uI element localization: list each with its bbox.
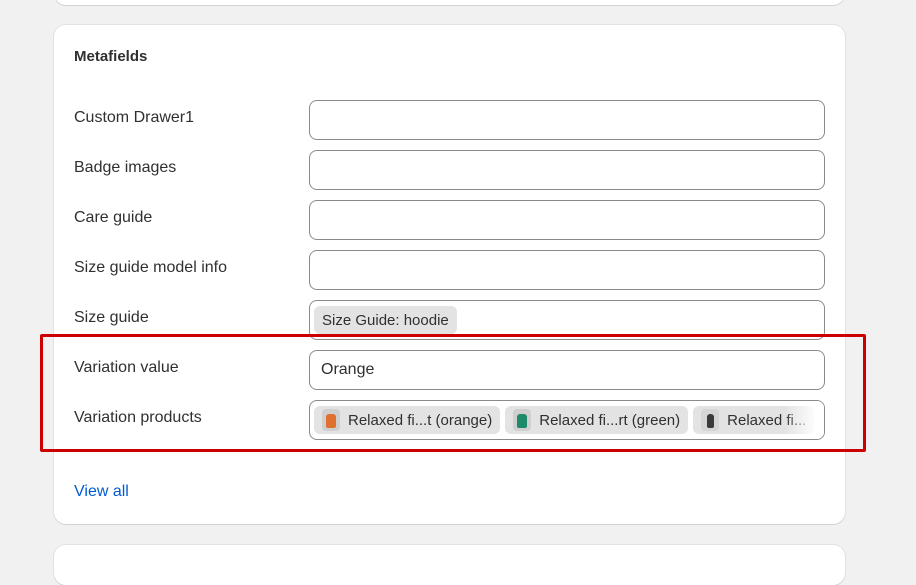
product-thumbnail-green-icon	[513, 409, 532, 431]
size-guide-chip[interactable]: Size Guide: hoodie	[314, 306, 457, 334]
metafield-label: Badge images	[74, 159, 177, 176]
metafield-label: Custom Drawer1	[74, 109, 195, 126]
variation-products-input[interactable]: Relaxed fi...t (orange) Relaxed fi...rt …	[309, 400, 825, 440]
variation-product-chip[interactable]: Relaxed fi...t (orange)	[314, 406, 501, 434]
variation-value-input[interactable]: Orange	[309, 350, 825, 390]
size-guide-input[interactable]: Size Guide: hoodie	[309, 300, 825, 340]
metafield-label: Size guide	[74, 309, 149, 326]
metafield-row-size-guide: Size guide Size Guide: hoodie	[74, 300, 826, 340]
chip-label: Relaxed fi...rt (green)	[539, 411, 681, 429]
badge-images-input[interactable]	[309, 150, 825, 190]
metafield-label: Size guide model info	[74, 259, 227, 276]
metafield-label: Care guide	[74, 209, 153, 226]
product-thumbnail-orange-icon	[322, 409, 340, 431]
metafield-row-variation-value: Variation value Orange	[74, 350, 826, 390]
chip-list: Size Guide: hoodie	[314, 306, 462, 334]
overflow-fade	[784, 401, 824, 439]
metafield-row-variation-products: Variation products Relaxed fi...t (orang…	[74, 400, 826, 440]
section-title: Metafields	[74, 48, 148, 65]
care-guide-input[interactable]	[309, 200, 825, 240]
metafield-label: Variation products	[74, 409, 202, 426]
product-thumbnail-black-icon	[701, 409, 720, 431]
metafield-row-size-guide-model-info: Size guide model info	[74, 250, 826, 290]
field-value: Orange	[321, 361, 375, 378]
custom-drawer-input[interactable]	[309, 100, 825, 140]
chip-label: Relaxed fi...t (orange)	[348, 411, 493, 429]
metafield-label: Variation value	[74, 359, 179, 376]
variation-product-chip[interactable]: Relaxed fi...rt (green)	[505, 406, 689, 434]
chip-list: Relaxed fi...t (orange) Relaxed fi...rt …	[314, 406, 819, 434]
previous-card	[54, 0, 845, 5]
view-all-link[interactable]: View all	[74, 483, 129, 501]
metafield-row-care-guide: Care guide	[74, 200, 826, 240]
size-guide-model-info-input[interactable]	[309, 250, 825, 290]
metafield-row-custom-drawer: Custom Drawer1	[74, 100, 826, 140]
metafield-row-badge-images: Badge images	[74, 150, 826, 190]
next-card	[54, 545, 845, 585]
